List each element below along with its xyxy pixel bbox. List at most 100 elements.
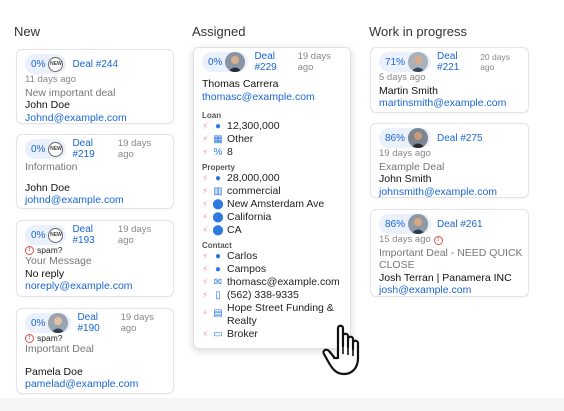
- avatar: [408, 52, 429, 72]
- deal-title: New important deal: [25, 86, 116, 99]
- deal-age: 19 days ago: [117, 224, 152, 246]
- lightning-icon: ⚡: [202, 225, 209, 235]
- property-state-code: CA: [227, 224, 242, 236]
- building-icon: ▤: [213, 308, 223, 319]
- board-footer-strip: [0, 398, 564, 411]
- percent-icon: %: [213, 147, 223, 158]
- spam-flag: ! spam?: [25, 333, 165, 343]
- contact-role: Broker: [227, 328, 258, 340]
- deal-title: Important Deal - NEED QUICK: [379, 246, 523, 259]
- deal-title: Information: [25, 161, 78, 173]
- column-title-work-in-progress: Work in progress: [369, 24, 468, 39]
- briefcase-icon: ▭: [213, 329, 223, 340]
- deal-age: 19 days ago: [297, 51, 331, 73]
- phone-icon: ▯: [215, 290, 221, 301]
- section-contact: Contact: [202, 241, 232, 250]
- deal-link[interactable]: Deal #244: [72, 59, 118, 70]
- progress-badge: 86%: [379, 128, 432, 148]
- lightning-icon: ⚡: [202, 173, 209, 183]
- lightning-icon: ⚡: [202, 147, 209, 157]
- deal-card-219[interactable]: 0% NEW Deal #219 19 days ago Information …: [16, 134, 174, 209]
- deal-card-244[interactable]: 0% NEW Deal #244 11 days ago New importan…: [16, 49, 174, 124]
- deal-link[interactable]: Deal #221: [437, 51, 476, 73]
- deal-link[interactable]: Deal #219: [72, 138, 113, 160]
- map-pin-icon: ⬤: [212, 212, 224, 223]
- deal-age: 20 days ago: [480, 52, 510, 72]
- contact-name: Martin Smith: [379, 84, 438, 97]
- deal-link[interactable]: Deal #229: [254, 51, 293, 73]
- deal-card-261[interactable]: 86% Deal #261 15 days ago! Important Dea…: [370, 209, 529, 297]
- calendar-icon: ▦: [213, 134, 223, 145]
- progress-badge: 0% NEW: [25, 54, 67, 74]
- dollar-icon: ●: [214, 173, 222, 184]
- contact-email[interactable]: thomasc@example.com: [202, 91, 342, 104]
- lightning-icon: ⚡: [202, 212, 209, 222]
- deal-card-190[interactable]: 0% Deal #190 19 days ago ! spam? Importan…: [16, 308, 174, 394]
- lightning-icon: ⚡: [202, 121, 209, 131]
- warning-icon: !: [25, 245, 34, 255]
- property-type: commercial: [227, 185, 281, 197]
- contact-email[interactable]: johnsmith@example.com: [379, 186, 520, 199]
- contact-email-detail[interactable]: thomasc@example.com: [227, 276, 340, 289]
- column-title-new: New: [14, 24, 41, 39]
- lightning-icon: ⚡: [202, 290, 209, 300]
- contact-email[interactable]: johnd@example.com: [25, 194, 165, 207]
- contact-name: John Doe: [25, 99, 70, 111]
- contact-first-name: Carlos: [227, 250, 258, 262]
- progress-badge: 0%: [25, 313, 72, 333]
- contact-email[interactable]: josh@example.com: [379, 284, 520, 297]
- avatar: [48, 313, 69, 333]
- property-value: 28,000,000: [227, 172, 280, 184]
- deal-link[interactable]: Deal #261: [437, 219, 483, 230]
- contact-email[interactable]: noreply@example.com: [25, 280, 165, 293]
- avatar: [225, 52, 246, 72]
- lightning-icon: ⚡: [202, 277, 209, 287]
- column-title-assigned: Assigned: [192, 24, 246, 39]
- contact-last-name: Campos: [227, 263, 267, 275]
- property-street: New Amsterdam Ave: [227, 198, 325, 210]
- deal-card-221[interactable]: 71% Deal #221 20 days ago 5 days ago Mar…: [370, 47, 529, 113]
- section-property: Property: [202, 163, 235, 172]
- lightning-icon: ⚡: [202, 134, 209, 144]
- map-pin-icon: ⬤: [212, 199, 224, 210]
- spam-flag: ! spam?: [25, 245, 165, 255]
- contact-name: John Doe: [25, 181, 70, 194]
- deal-title: Important Deal: [25, 343, 94, 355]
- hand-pointer-cursor-icon: [322, 324, 372, 383]
- property-state: California: [227, 211, 272, 223]
- deal-card-193[interactable]: 0% NEW Deal #193 19 days ago ! spam? Your …: [16, 220, 174, 297]
- contact-phone[interactable]: (562) 338-9335: [227, 289, 299, 302]
- contact-company: Hope Street Funding & Realty: [227, 302, 334, 327]
- contact-email[interactable]: pamelad@example.com: [25, 378, 165, 391]
- deal-title-continued: CLOSE: [379, 259, 415, 271]
- user-icon: ●: [214, 264, 222, 275]
- loan-amount: 12,300,000: [227, 120, 280, 132]
- progress-badge: 0% NEW: [25, 139, 67, 159]
- contact-email[interactable]: Johnd@example.com: [25, 112, 165, 125]
- deal-card-275[interactable]: 86% Deal #275 19 days ago Example Deal J…: [370, 123, 529, 198]
- deal-card-229[interactable]: 0% Deal #229 19 days ago Thomas Carrera …: [193, 47, 351, 349]
- deal-age: 19 days ago: [379, 148, 431, 159]
- section-loan: Loan: [202, 111, 222, 120]
- deal-link[interactable]: Deal #193: [72, 224, 113, 246]
- progress-badge: 86%: [379, 214, 432, 234]
- contact-email[interactable]: martinsmith@example.com: [379, 97, 520, 110]
- contact-name: No reply: [25, 267, 65, 280]
- contact-name: John Smith: [379, 173, 432, 185]
- loan-rate: 8: [227, 146, 233, 158]
- deal-link[interactable]: Deal #275: [437, 133, 483, 144]
- deal-age: 15 days ago!: [379, 234, 520, 247]
- avatar: [408, 214, 429, 234]
- warning-icon: !: [433, 235, 443, 245]
- progress-badge: 0% NEW: [25, 225, 67, 245]
- contact-name: Josh Terran | Panamera INC: [379, 271, 512, 284]
- progress-badge: 0%: [202, 52, 249, 72]
- lightning-icon: ⚡: [202, 264, 209, 274]
- loan-type: Other: [227, 133, 254, 145]
- new-badge-icon: NEW: [48, 141, 64, 157]
- avatar: [408, 128, 429, 148]
- contact-name: Thomas Carrera: [202, 78, 279, 90]
- new-badge-icon: NEW: [48, 227, 64, 243]
- lightning-icon: ⚡: [202, 251, 209, 261]
- deal-link[interactable]: Deal #190: [77, 312, 116, 334]
